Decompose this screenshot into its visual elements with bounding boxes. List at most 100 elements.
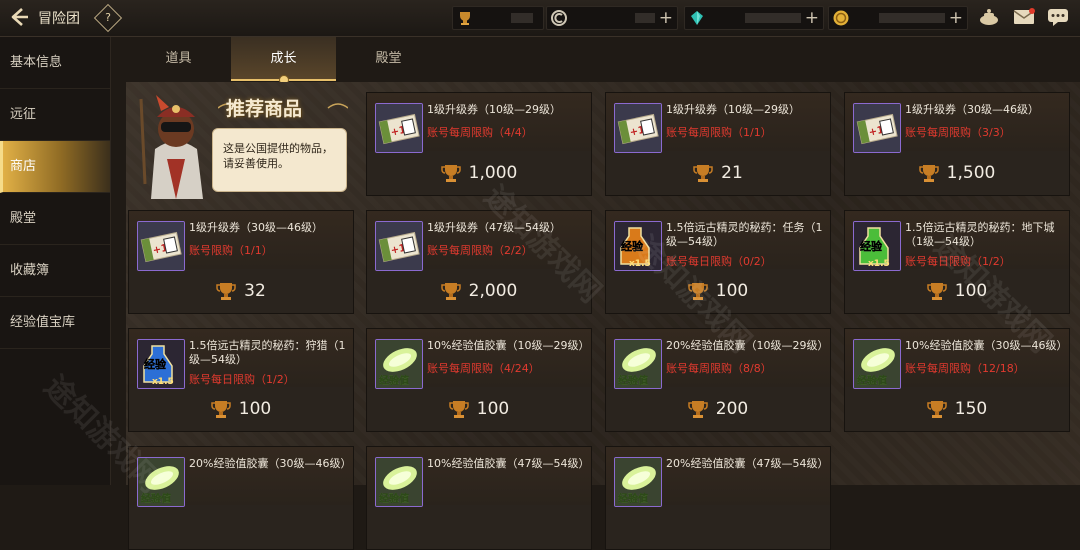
purchase-limit: 账号每周限购（2/2） bbox=[427, 244, 533, 257]
shop-item-card[interactable]: +1 1级升级券（30级—46级） 账号限购（1/1） 32 bbox=[128, 210, 354, 314]
sidebar-item-shop[interactable]: 商店 bbox=[0, 141, 110, 193]
item-name: 20%经验值胶囊（30级—46级） bbox=[189, 457, 352, 470]
resource-trophy bbox=[452, 6, 544, 30]
svg-text:x1.5: x1.5 bbox=[868, 259, 890, 269]
item-thumbnail-icon: 经验值 bbox=[375, 339, 423, 389]
shop-item-card[interactable]: 经验值 10%经验值胶囊（10级—29级） 账号每周限购（4/24） 100 bbox=[366, 328, 592, 432]
price-button[interactable]: 150 bbox=[845, 389, 1069, 429]
price-button[interactable]: 1,000 bbox=[367, 153, 591, 193]
price-value: 100 bbox=[715, 281, 749, 301]
tab-growth-label: 成长 bbox=[270, 51, 297, 66]
shop-item-card[interactable]: 经验 x1.5 1.5倍远古精灵的秘药：任务（1级—54级） 账号每日限购（0/2） 1… bbox=[605, 210, 831, 314]
chat-icon[interactable] bbox=[1047, 7, 1069, 27]
item-name: 1级升级券（10级—29级） bbox=[427, 103, 561, 116]
shop-item-card[interactable]: +1 1级升级券（10级—29级） 账号每周限购（4/4） 1,000 bbox=[366, 92, 592, 196]
pot-icon[interactable] bbox=[978, 7, 1000, 27]
purchase-limit: 账号每周限购（3/3） bbox=[905, 126, 1011, 139]
gem-icon bbox=[691, 11, 703, 25]
trophy-currency-icon bbox=[918, 165, 939, 182]
item-name: 1级升级券（30级—46级） bbox=[189, 221, 323, 234]
shop-item-card[interactable]: 经验值 20%经验值胶囊（47级—54级） bbox=[605, 446, 831, 550]
recommend-title: 推荐商品 bbox=[226, 98, 303, 120]
price-value: 200 bbox=[715, 399, 749, 419]
sidebar-item-hall[interactable]: 殿堂 bbox=[0, 193, 110, 245]
coin-c-icon bbox=[551, 10, 567, 26]
add-gold-button[interactable]: + bbox=[949, 7, 963, 29]
item-thumbnail-icon: 经验 x1.5 bbox=[137, 339, 185, 389]
item-name: 20%经验值胶囊（47级—54级） bbox=[666, 457, 829, 470]
add-coin-button[interactable]: + bbox=[659, 7, 673, 29]
item-thumbnail-icon: 经验值 bbox=[375, 457, 423, 507]
shop-item-card[interactable]: 经验值 10%经验值胶囊（47级—54级） bbox=[366, 446, 592, 550]
item-name: 1.5倍远古精灵的秘药：狩猎（1级—54级） bbox=[189, 339, 346, 366]
purchase-limit: 账号每日限购（1/2） bbox=[189, 373, 295, 386]
price-value: 2,000 bbox=[468, 281, 518, 301]
add-gem-button[interactable]: + bbox=[805, 7, 819, 29]
price-value: 150 bbox=[954, 399, 988, 419]
price-button[interactable]: 200 bbox=[606, 389, 830, 429]
item-thumbnail-icon: 经验值 bbox=[137, 457, 185, 507]
help-button[interactable]: ? bbox=[93, 3, 123, 33]
purchase-limit: 账号每周限购（4/24） bbox=[427, 362, 540, 375]
price-button[interactable]: 100 bbox=[845, 271, 1069, 311]
svg-text:经验值: 经验值 bbox=[618, 492, 648, 505]
item-thumbnail-icon: +1 bbox=[375, 103, 423, 153]
tab-bar: 道具 成长 殿堂 bbox=[126, 37, 1080, 85]
shop-item-card[interactable]: 经验 x1.5 1.5倍远古精灵的秘药：狩猎（1级—54级） 账号每日限购（1/2） 1… bbox=[128, 328, 354, 432]
shop-item-card[interactable]: +1 1级升级券（30级—46级） 账号每周限购（3/3） 1,500 bbox=[844, 92, 1070, 196]
item-name: 10%经验值胶囊（30级—46级） bbox=[905, 339, 1068, 352]
purchase-limit: 账号每日限购（0/2） bbox=[666, 255, 772, 268]
shop-item-card[interactable]: 经验值 20%经验值胶囊（10级—29级） 账号每周限购（8/8） 200 bbox=[605, 328, 831, 432]
purchase-limit: 账号每周限购（12/18） bbox=[905, 362, 1025, 375]
item-thumbnail-icon: 经验 x1.5 bbox=[853, 221, 901, 271]
price-value: 100 bbox=[238, 399, 272, 419]
shop-item-card[interactable]: +1 1级升级券（10级—29级） 账号每周限购（1/1） 21 bbox=[605, 92, 831, 196]
sidebar-item-exp-vault[interactable]: 经验值宝库 bbox=[0, 297, 110, 349]
sidebar-item-collection[interactable]: 收藏簿 bbox=[0, 245, 110, 297]
mail-icon[interactable] bbox=[1013, 7, 1035, 27]
price-button[interactable]: 32 bbox=[129, 271, 353, 311]
trophy-currency-icon bbox=[693, 165, 713, 182]
shop-item-card[interactable]: 经验值 10%经验值胶囊（30级—46级） 账号每周限购（12/18） 150 bbox=[844, 328, 1070, 432]
item-thumbnail-icon: +1 bbox=[137, 221, 185, 271]
trophy-currency-icon bbox=[688, 283, 708, 300]
back-arrow-icon[interactable] bbox=[6, 6, 32, 30]
trophy-currency-icon bbox=[688, 401, 708, 418]
recommend-text-line1: 这是公国提供的物品， bbox=[223, 142, 333, 155]
svg-text:x1.5: x1.5 bbox=[629, 259, 651, 269]
price-button[interactable]: 100 bbox=[367, 389, 591, 429]
trophy-currency-icon bbox=[216, 283, 236, 300]
price-button[interactable]: 100 bbox=[606, 271, 830, 311]
shop-item-card[interactable]: 经验值 20%经验值胶囊（30级—46级） bbox=[128, 446, 354, 550]
trophy-icon bbox=[460, 12, 470, 25]
item-thumbnail-icon: 经验值 bbox=[853, 339, 901, 389]
sidebar-item-basic-info[interactable]: 基本信息 bbox=[0, 37, 110, 89]
purchase-limit: 账号每周限购（1/1） bbox=[666, 126, 772, 139]
tab-growth[interactable]: 成长 bbox=[231, 37, 336, 85]
tab-items[interactable]: 道具 bbox=[126, 37, 231, 81]
top-bar: 冒险团 ? + + + bbox=[0, 0, 1080, 37]
price-button[interactable]: 2,000 bbox=[367, 271, 591, 311]
svg-text:经验值: 经验值 bbox=[618, 374, 648, 387]
tab-hall[interactable]: 殿堂 bbox=[336, 37, 441, 81]
trophy-currency-icon bbox=[440, 165, 461, 182]
price-value: 1,500 bbox=[946, 163, 996, 183]
shop-item-card[interactable]: +1 1级升级券（47级—54级） 账号每周限购（2/2） 2,000 bbox=[366, 210, 592, 314]
sidebar: 基本信息 远征 商店 殿堂 收藏簿 经验值宝库 bbox=[0, 37, 111, 485]
item-name: 20%经验值胶囊（10级—29级） bbox=[666, 339, 829, 352]
item-name: 1级升级券（10级—29级） bbox=[666, 103, 800, 116]
price-button[interactable]: 1,500 bbox=[845, 153, 1069, 193]
item-thumbnail-icon: +1 bbox=[853, 103, 901, 153]
shop-item-card[interactable]: 经验 x1.5 1.5倍远古精灵的秘药：地下城（1级—54级） 账号每日限购（1/2）… bbox=[844, 210, 1070, 314]
svg-text:经验: 经验 bbox=[144, 357, 167, 371]
trophy-currency-icon bbox=[440, 283, 461, 300]
sidebar-item-expedition[interactable]: 远征 bbox=[0, 89, 110, 141]
item-thumbnail-icon: 经验值 bbox=[614, 339, 662, 389]
svg-text:经验值: 经验值 bbox=[379, 492, 409, 505]
trophy-currency-icon bbox=[927, 401, 947, 418]
price-button[interactable]: 100 bbox=[129, 389, 353, 429]
item-name: 1级升级券（47级—54级） bbox=[427, 221, 561, 234]
item-thumbnail-icon: 经验 x1.5 bbox=[614, 221, 662, 271]
price-button[interactable]: 21 bbox=[606, 153, 830, 193]
resource-gold: + bbox=[828, 6, 968, 30]
